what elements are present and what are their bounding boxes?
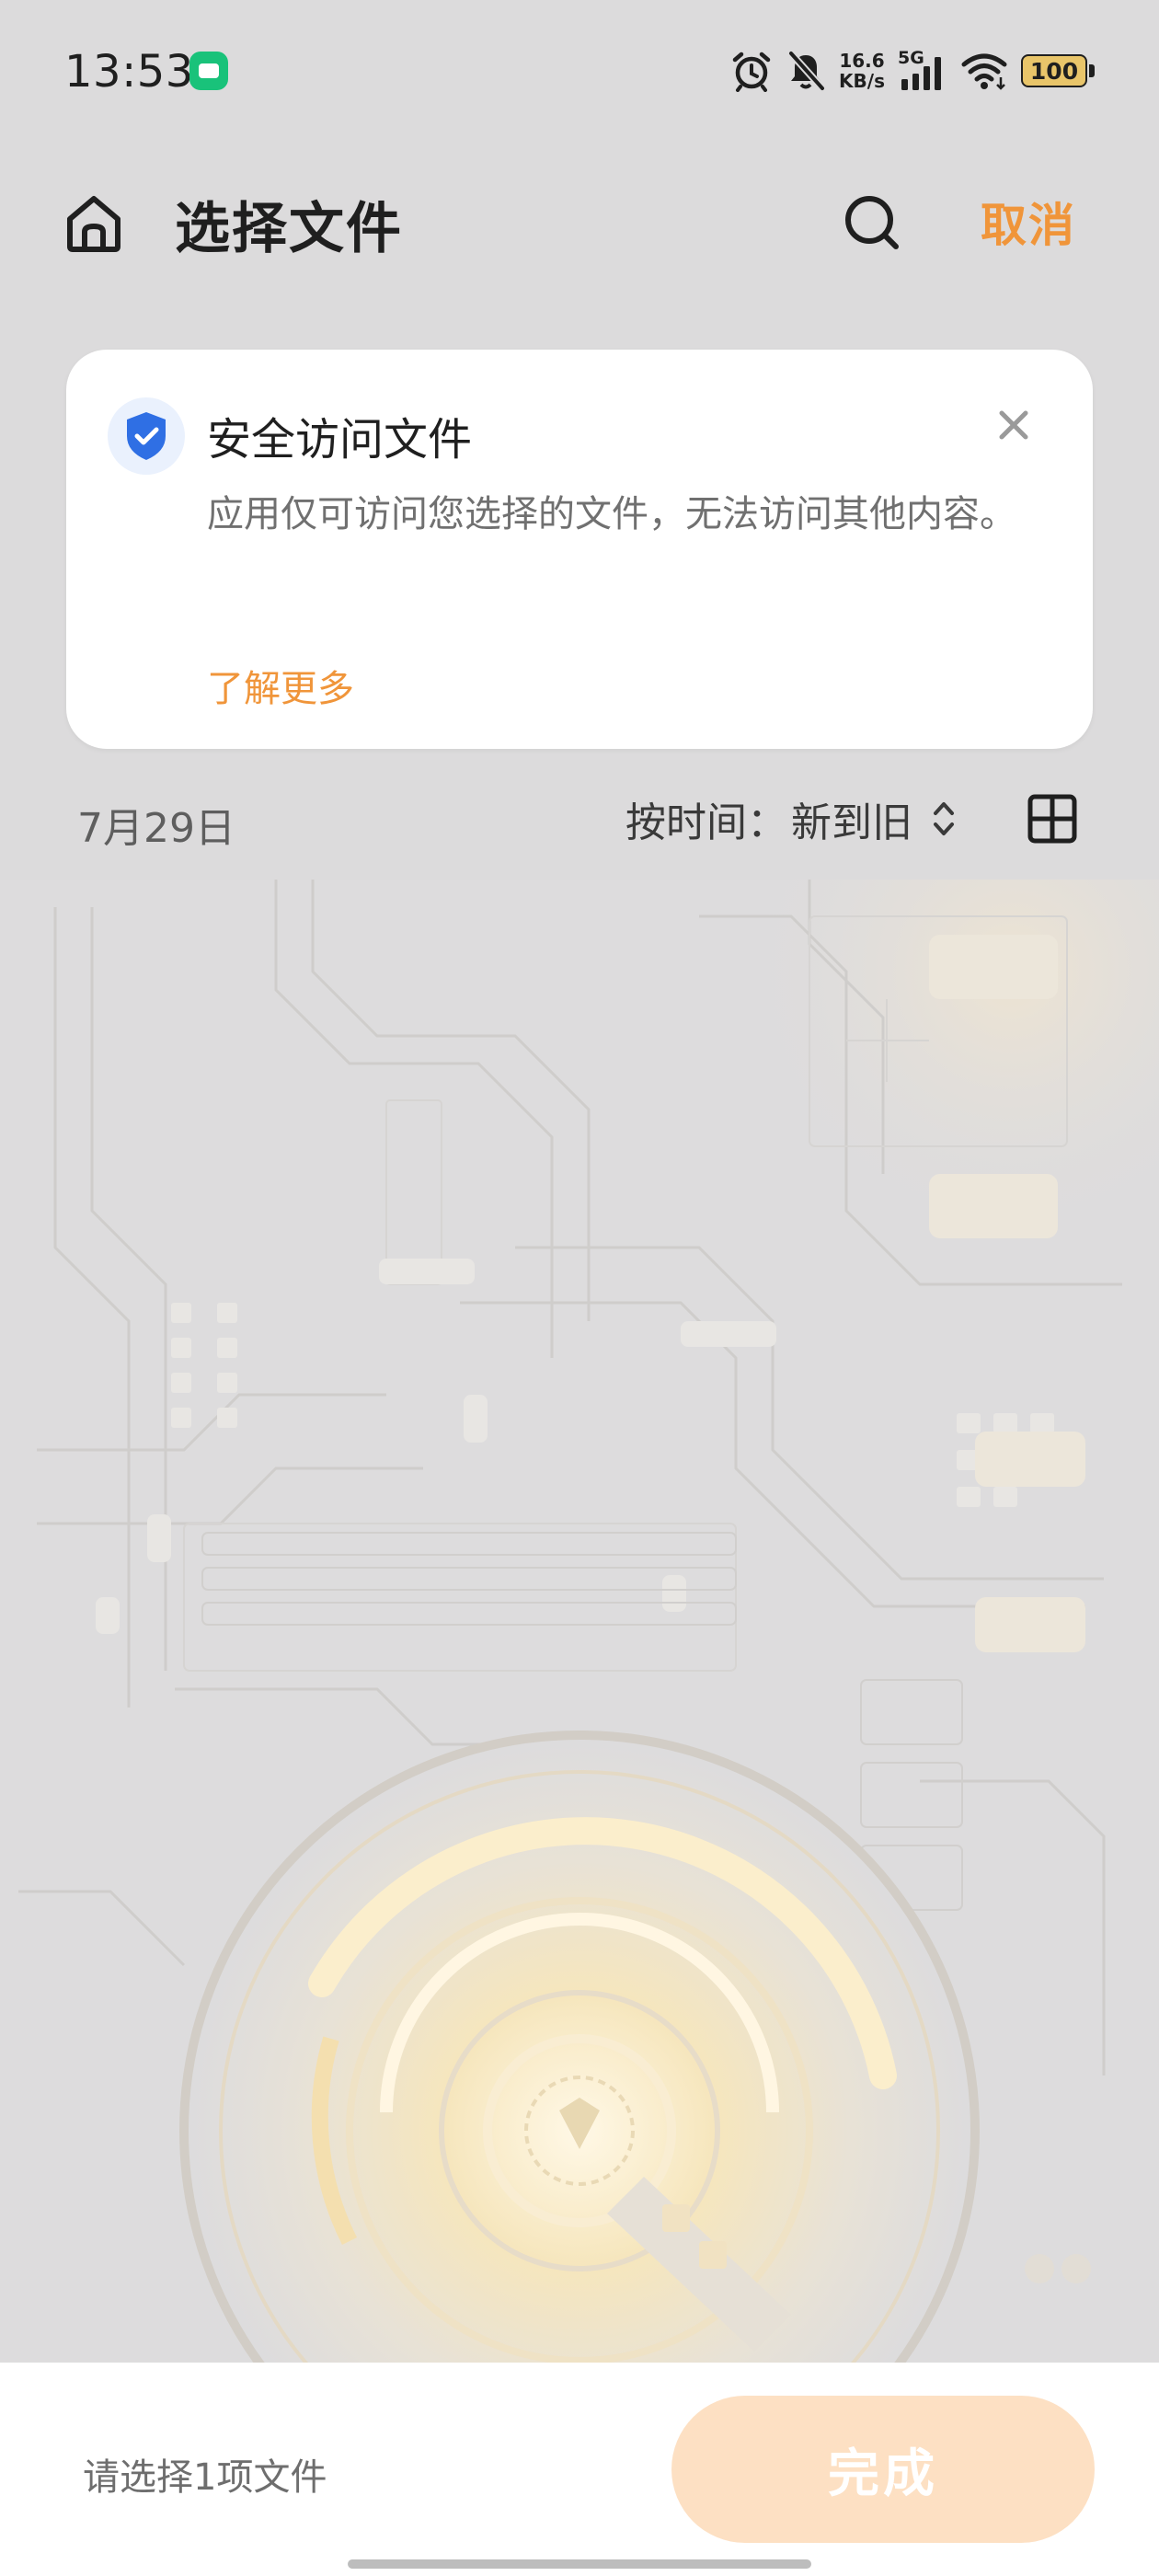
done-button[interactable]: 完成 [671, 2396, 1095, 2543]
sort-label: 按时间： [625, 799, 787, 846]
battery-tip [1089, 64, 1095, 77]
cell-signal: 5G [898, 48, 947, 92]
network-speed-unit: KB/s [839, 70, 885, 92]
wallpaper-preview-image [0, 880, 1159, 2363]
search-button[interactable] [835, 186, 909, 259]
close-icon [999, 410, 1028, 440]
date-group-label: 7月29日 [77, 805, 235, 852]
selection-hint: 请选择1项文件 [83, 2456, 327, 2499]
shield-badge [108, 397, 185, 475]
mute-bell-icon [788, 51, 826, 91]
card-close-button[interactable] [986, 397, 1041, 453]
sort-control[interactable]: 按时间： 新到旧 [625, 791, 957, 846]
card-description: 应用仅可访问您选择的文件，无法访问其他内容。 [207, 493, 1016, 535]
signal-bars-icon [901, 57, 941, 90]
learn-more-link[interactable]: 了解更多 [207, 659, 354, 712]
network-speed: 16.6 KB/s [839, 51, 885, 91]
home-icon [67, 196, 120, 252]
app-bar: 选择文件 取消 [0, 166, 1159, 276]
list-header: 7月29日 按时间： 新到旧 [0, 773, 1159, 883]
status-bar: 13:53 16.6 KB/s 5G 100 [0, 0, 1159, 147]
status-icons: 16.6 KB/s 5G 100 [730, 48, 1095, 94]
battery-level: 100 [1021, 54, 1087, 87]
home-button[interactable] [57, 186, 131, 259]
network-speed-value: 16.6 [839, 50, 885, 72]
secure-access-card: 安全访问文件 应用仅可访问您选择的文件，无法访问其他内容。 了解更多 [66, 350, 1093, 749]
notification-app-icon [189, 52, 228, 90]
alarm-icon [732, 52, 771, 92]
grid-view-icon [1027, 794, 1077, 844]
file-preview-area[interactable] [0, 880, 1159, 2363]
shield-check-icon [127, 412, 166, 460]
grid-view-toggle[interactable] [1023, 789, 1082, 848]
home-indicator[interactable] [348, 2559, 811, 2569]
card-title: 安全访问文件 [207, 414, 473, 466]
sort-arrows-icon [931, 797, 957, 841]
sort-value: 新到旧 [791, 799, 912, 846]
page-title: 选择文件 [175, 197, 403, 261]
search-icon [845, 196, 899, 249]
wifi-icon [961, 53, 1007, 90]
bottom-bar: 请选择1项文件 完成 [0, 2363, 1159, 2576]
status-time: 13:53 [64, 46, 194, 98]
battery-indicator: 100 [1021, 54, 1095, 87]
cancel-button[interactable]: 取消 [981, 189, 1076, 255]
